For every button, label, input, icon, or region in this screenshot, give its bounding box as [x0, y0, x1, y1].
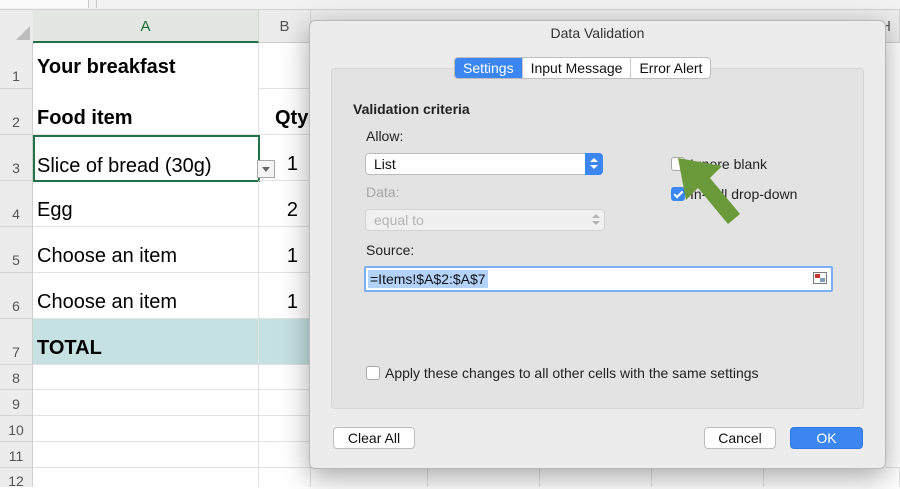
cell-g12[interactable]: [764, 468, 900, 487]
cell-h-column[interactable]: [886, 43, 900, 468]
tab-error-alert[interactable]: Error Alert: [631, 58, 710, 78]
source-value: =Items!$A$2:$A$7: [368, 270, 488, 288]
source-label: Source:: [366, 242, 415, 258]
range-selector-icon[interactable]: [813, 272, 827, 284]
cell-a12[interactable]: [33, 468, 259, 487]
cell-d12[interactable]: [428, 468, 540, 487]
allow-label: Allow:: [366, 128, 404, 144]
row-header-12[interactable]: 12: [0, 468, 33, 489]
name-box[interactable]: [0, 0, 89, 8]
allow-popup[interactable]: List: [365, 153, 603, 175]
cell-e12[interactable]: [540, 468, 652, 487]
clear-all-button[interactable]: Clear All: [333, 427, 415, 449]
cell-b2[interactable]: Qty: [259, 89, 311, 135]
cell-b8[interactable]: [259, 365, 311, 390]
apply-to-all-checkbox[interactable]: [366, 366, 380, 380]
row-header-5[interactable]: 5: [0, 227, 33, 273]
green-arrow-icon: [678, 158, 740, 224]
cell-a7-total[interactable]: TOTAL: [33, 319, 259, 365]
formula-bar: [0, 0, 900, 10]
cell-a1[interactable]: Your breakfast: [33, 43, 259, 89]
row-header-3[interactable]: 3: [0, 135, 33, 181]
data-label: Data:: [366, 184, 400, 200]
data-popup: equal to: [365, 209, 605, 231]
select-all-corner[interactable]: [0, 10, 34, 44]
cell-b1[interactable]: [259, 43, 311, 89]
allow-popup-stepper-icon[interactable]: [585, 153, 603, 175]
row-header-10[interactable]: 10: [0, 416, 33, 442]
cell-a5[interactable]: Choose an item: [33, 227, 259, 273]
cell-b11[interactable]: [259, 442, 311, 468]
dialog-title: Data Validation: [550, 25, 645, 41]
row-header-11[interactable]: 11: [0, 442, 33, 468]
row-header-7[interactable]: 7: [0, 319, 33, 365]
cell-b5[interactable]: 1: [259, 227, 311, 273]
cell-b9[interactable]: [259, 390, 311, 416]
cell-c12[interactable]: [311, 468, 428, 487]
data-popup-stepper-icon: [587, 209, 605, 231]
cell-f12[interactable]: [652, 468, 764, 487]
data-validation-dialog: Data Validation Validation criteria Allo…: [309, 20, 886, 469]
column-header-b[interactable]: B: [259, 10, 311, 43]
cell-a8[interactable]: [33, 365, 259, 390]
cell-b7-total[interactable]: [259, 319, 311, 365]
apply-to-all-label[interactable]: Apply these changes to all other cells w…: [385, 365, 759, 381]
cell-b10[interactable]: [259, 416, 311, 442]
tab-settings[interactable]: Settings: [455, 58, 523, 78]
ok-button[interactable]: OK: [790, 427, 863, 449]
row-header-6[interactable]: 6: [0, 273, 33, 319]
cell-b12[interactable]: [259, 468, 311, 487]
row-header-9[interactable]: 9: [0, 390, 33, 416]
cell-a4[interactable]: Egg: [33, 181, 259, 227]
cell-a9[interactable]: [33, 390, 259, 416]
cell-a2[interactable]: Food item: [33, 89, 259, 135]
cell-b4[interactable]: 2: [259, 181, 311, 227]
settings-panel: Validation criteria Allow: List Ignore b…: [331, 68, 864, 409]
cell-a3-active[interactable]: Slice of bread (30g): [33, 135, 260, 182]
cancel-button[interactable]: Cancel: [704, 427, 776, 449]
row-header-4[interactable]: 4: [0, 181, 33, 227]
row-header-2[interactable]: 2: [0, 89, 33, 135]
row-header-8[interactable]: 8: [0, 365, 33, 390]
formula-bar-separator: [96, 0, 97, 8]
dialog-tabs: Settings Input Message Error Alert: [454, 57, 712, 79]
cell-a11[interactable]: [33, 442, 259, 468]
cell-b6[interactable]: 1: [259, 273, 311, 319]
column-header-a[interactable]: A: [33, 10, 259, 43]
data-value: equal to: [374, 212, 424, 228]
cell-a6[interactable]: Choose an item: [33, 273, 259, 319]
allow-value: List: [374, 156, 396, 172]
cell-a10[interactable]: [33, 416, 259, 442]
validation-criteria-heading: Validation criteria: [353, 101, 470, 117]
row-header-1[interactable]: 1: [0, 43, 33, 89]
tab-input-message[interactable]: Input Message: [523, 58, 632, 78]
cell-b3[interactable]: 1: [259, 135, 311, 181]
source-input[interactable]: =Items!$A$2:$A$7: [364, 266, 833, 292]
